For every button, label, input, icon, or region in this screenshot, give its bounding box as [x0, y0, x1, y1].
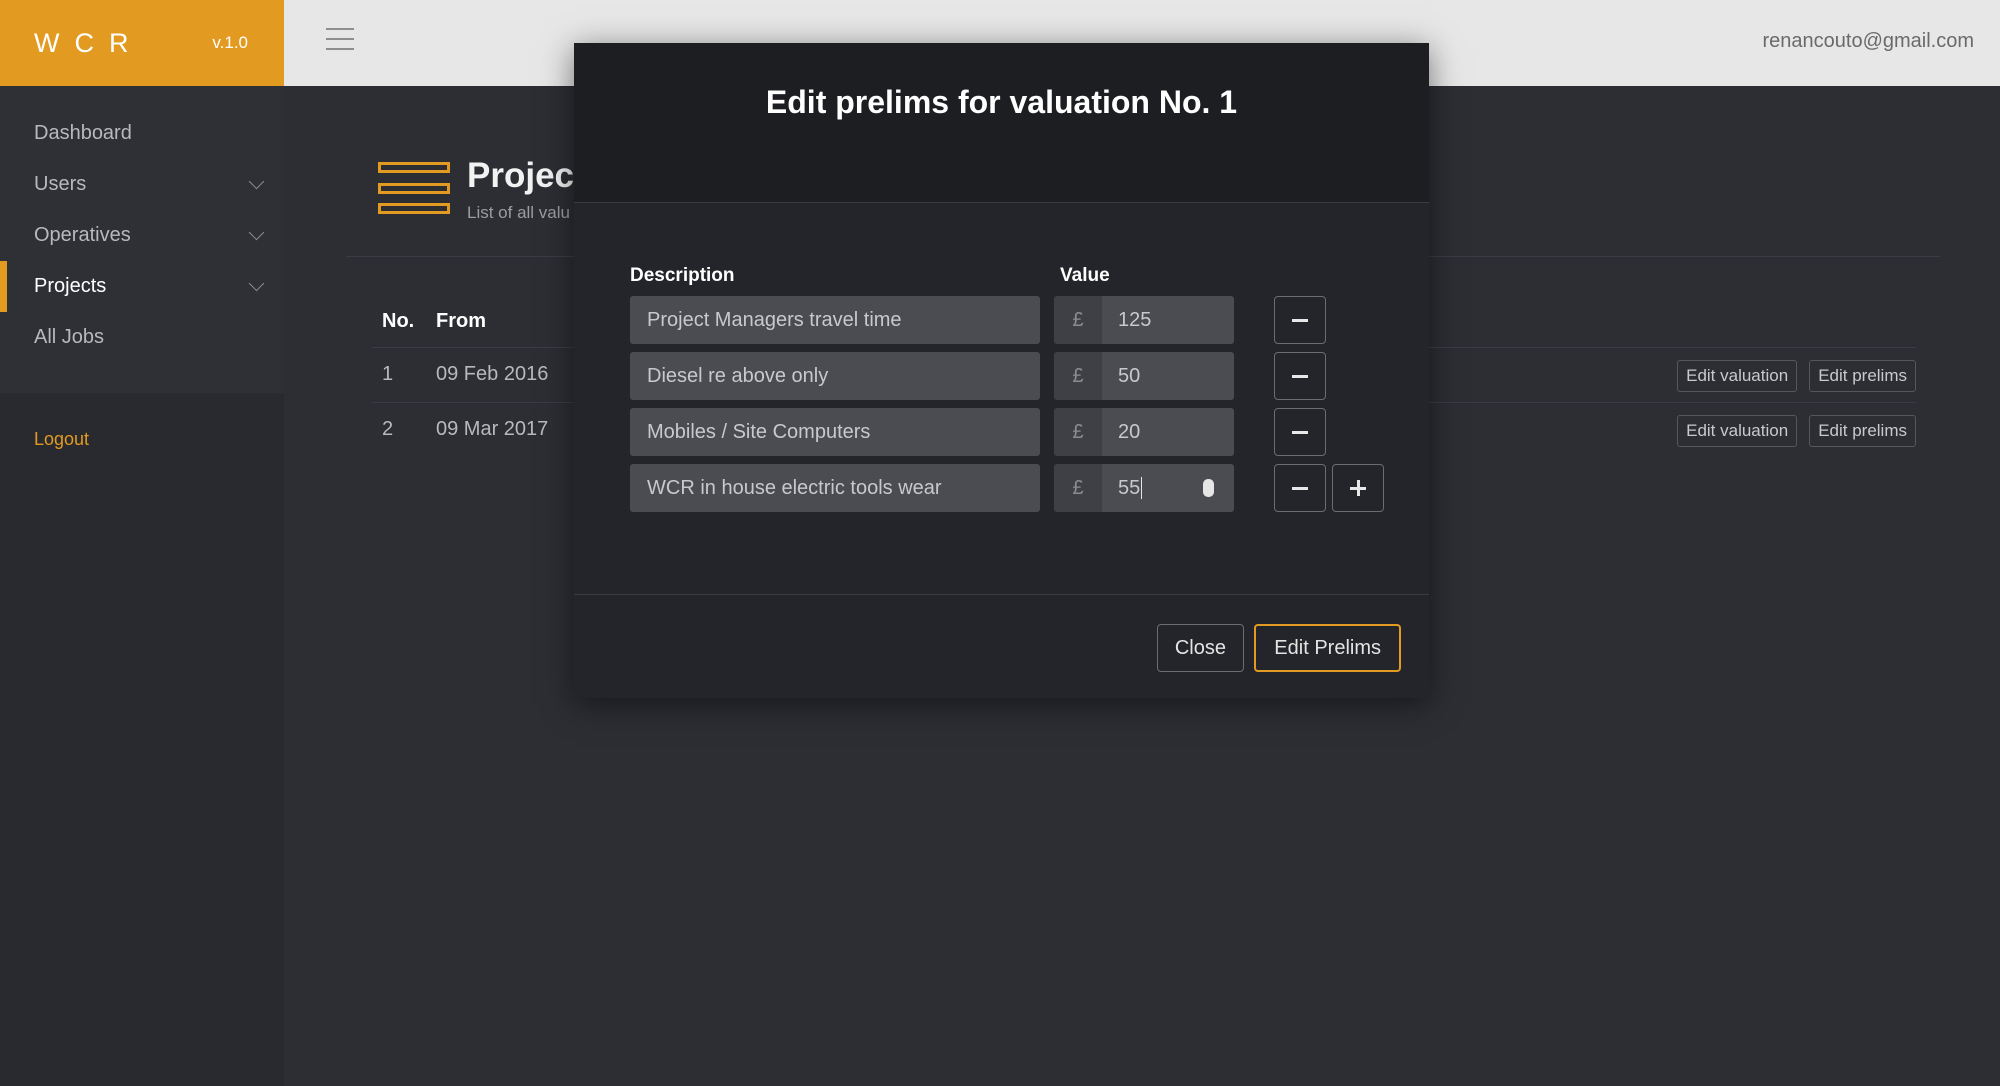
menu-icon[interactable] — [326, 28, 354, 50]
sidebar-item-label: Users — [34, 173, 87, 195]
value-text: 50 — [1118, 364, 1141, 387]
sidebar-item-users[interactable]: Users — [0, 159, 284, 210]
value-text: 125 — [1118, 308, 1152, 331]
edit-valuation-button[interactable]: Edit valuation — [1677, 360, 1798, 392]
minus-icon — [1292, 318, 1308, 322]
description-input[interactable]: WCR in house electric tools wear — [630, 464, 1040, 512]
edit-prelims-button[interactable]: Edit prelims — [1809, 360, 1916, 392]
value-input[interactable]: 55 — [1102, 464, 1234, 512]
minus-icon — [1292, 374, 1308, 378]
edit-prelims-submit-button[interactable]: Edit Prelims — [1254, 624, 1401, 672]
prelim-row: WCR in house electric tools wear £ 55 — [630, 464, 1384, 512]
sidebar-item-label: All Jobs — [34, 326, 105, 348]
brand-name[interactable]: WCR — [34, 28, 143, 59]
text-caret — [1141, 477, 1143, 499]
value-text: 55 — [1118, 476, 1141, 499]
page-title: Project — [467, 156, 586, 195]
value-input-group: £ 20 — [1054, 408, 1234, 456]
cell-from: 09 Mar 2017 — [436, 418, 549, 440]
description-label: Description — [630, 265, 735, 286]
currency-symbol: £ — [1054, 296, 1102, 344]
sidebar-item-label: Dashboard — [34, 122, 132, 144]
description-input[interactable]: Project Managers travel time — [630, 296, 1040, 344]
close-button[interactable]: Close — [1156, 624, 1244, 672]
value-input-group: £ 50 — [1054, 352, 1234, 400]
value-label: Value — [1060, 265, 1110, 286]
column-header-from: From — [436, 310, 486, 332]
remove-row-button[interactable] — [1274, 296, 1326, 344]
chevron-down-icon — [248, 224, 265, 241]
remove-row-button[interactable] — [1274, 408, 1326, 456]
row-actions: Edit valuation Edit prelims — [1677, 415, 1916, 447]
prelim-row: Project Managers travel time £ 125 — [630, 296, 1370, 344]
value-input-group: £ 125 — [1054, 296, 1234, 344]
brand-header: WCR v.1.0 — [0, 0, 284, 86]
value-input[interactable]: 125 — [1102, 296, 1234, 344]
currency-symbol: £ — [1054, 352, 1102, 400]
currency-symbol: £ — [1054, 464, 1102, 512]
cell-no: 1 — [382, 363, 394, 385]
logout-link[interactable]: Logout — [0, 393, 284, 450]
value-input-group: £ 55 — [1054, 464, 1234, 512]
value-text: 20 — [1118, 420, 1141, 443]
sidebar-item-label: Operatives — [34, 224, 131, 246]
currency-symbol: £ — [1054, 408, 1102, 456]
chevron-down-icon — [248, 275, 265, 292]
list-icon — [378, 162, 450, 214]
number-spinner-icon[interactable] — [1203, 479, 1214, 497]
sidebar: WCR v.1.0 Dashboard Users Operatives Pro… — [0, 0, 284, 1086]
sidebar-item-label: Projects — [34, 275, 107, 297]
edit-valuation-button[interactable]: Edit valuation — [1677, 415, 1798, 447]
cell-from: 09 Feb 2016 — [436, 363, 549, 385]
minus-icon — [1292, 486, 1308, 490]
modal-header: Edit prelims for valuation No. 1 — [574, 43, 1429, 203]
user-email[interactable]: renancouto@gmail.com — [1762, 30, 1974, 53]
value-input[interactable]: 50 — [1102, 352, 1234, 400]
description-input[interactable]: Mobiles / Site Computers — [630, 408, 1040, 456]
plus-icon — [1350, 480, 1366, 496]
column-header-no: No. — [382, 310, 415, 332]
sidebar-nav: Dashboard Users Operatives Projects All … — [0, 86, 284, 393]
brand-version: v.1.0 — [212, 33, 248, 52]
add-row-button[interactable] — [1332, 464, 1384, 512]
chevron-down-icon — [248, 173, 265, 190]
row-actions: Edit valuation Edit prelims — [1677, 360, 1916, 392]
page-subtitle: List of all valu — [467, 203, 570, 222]
cell-no: 2 — [382, 418, 394, 440]
modal-title: Edit prelims for valuation No. 1 — [765, 84, 1238, 120]
edit-prelims-button[interactable]: Edit prelims — [1809, 415, 1916, 447]
edit-prelims-modal: Edit prelims for valuation No. 1 Descrip… — [574, 43, 1429, 698]
prelim-row: Diesel re above only £ 50 — [630, 352, 1370, 400]
prelim-row: Mobiles / Site Computers £ 20 — [630, 408, 1370, 456]
description-input[interactable]: Diesel re above only — [630, 352, 1040, 400]
value-input[interactable]: 20 — [1102, 408, 1234, 456]
remove-row-button[interactable] — [1274, 464, 1326, 512]
sidebar-item-all-jobs[interactable]: All Jobs — [0, 312, 284, 363]
minus-icon — [1292, 430, 1308, 434]
sidebar-item-operatives[interactable]: Operatives — [0, 210, 284, 261]
sidebar-item-dashboard[interactable]: Dashboard — [0, 108, 284, 159]
modal-body: Description Value Project Managers trave… — [574, 203, 1429, 595]
remove-row-button[interactable] — [1274, 352, 1326, 400]
sidebar-item-projects[interactable]: Projects — [0, 261, 284, 312]
modal-footer: Close Edit Prelims — [574, 595, 1429, 697]
